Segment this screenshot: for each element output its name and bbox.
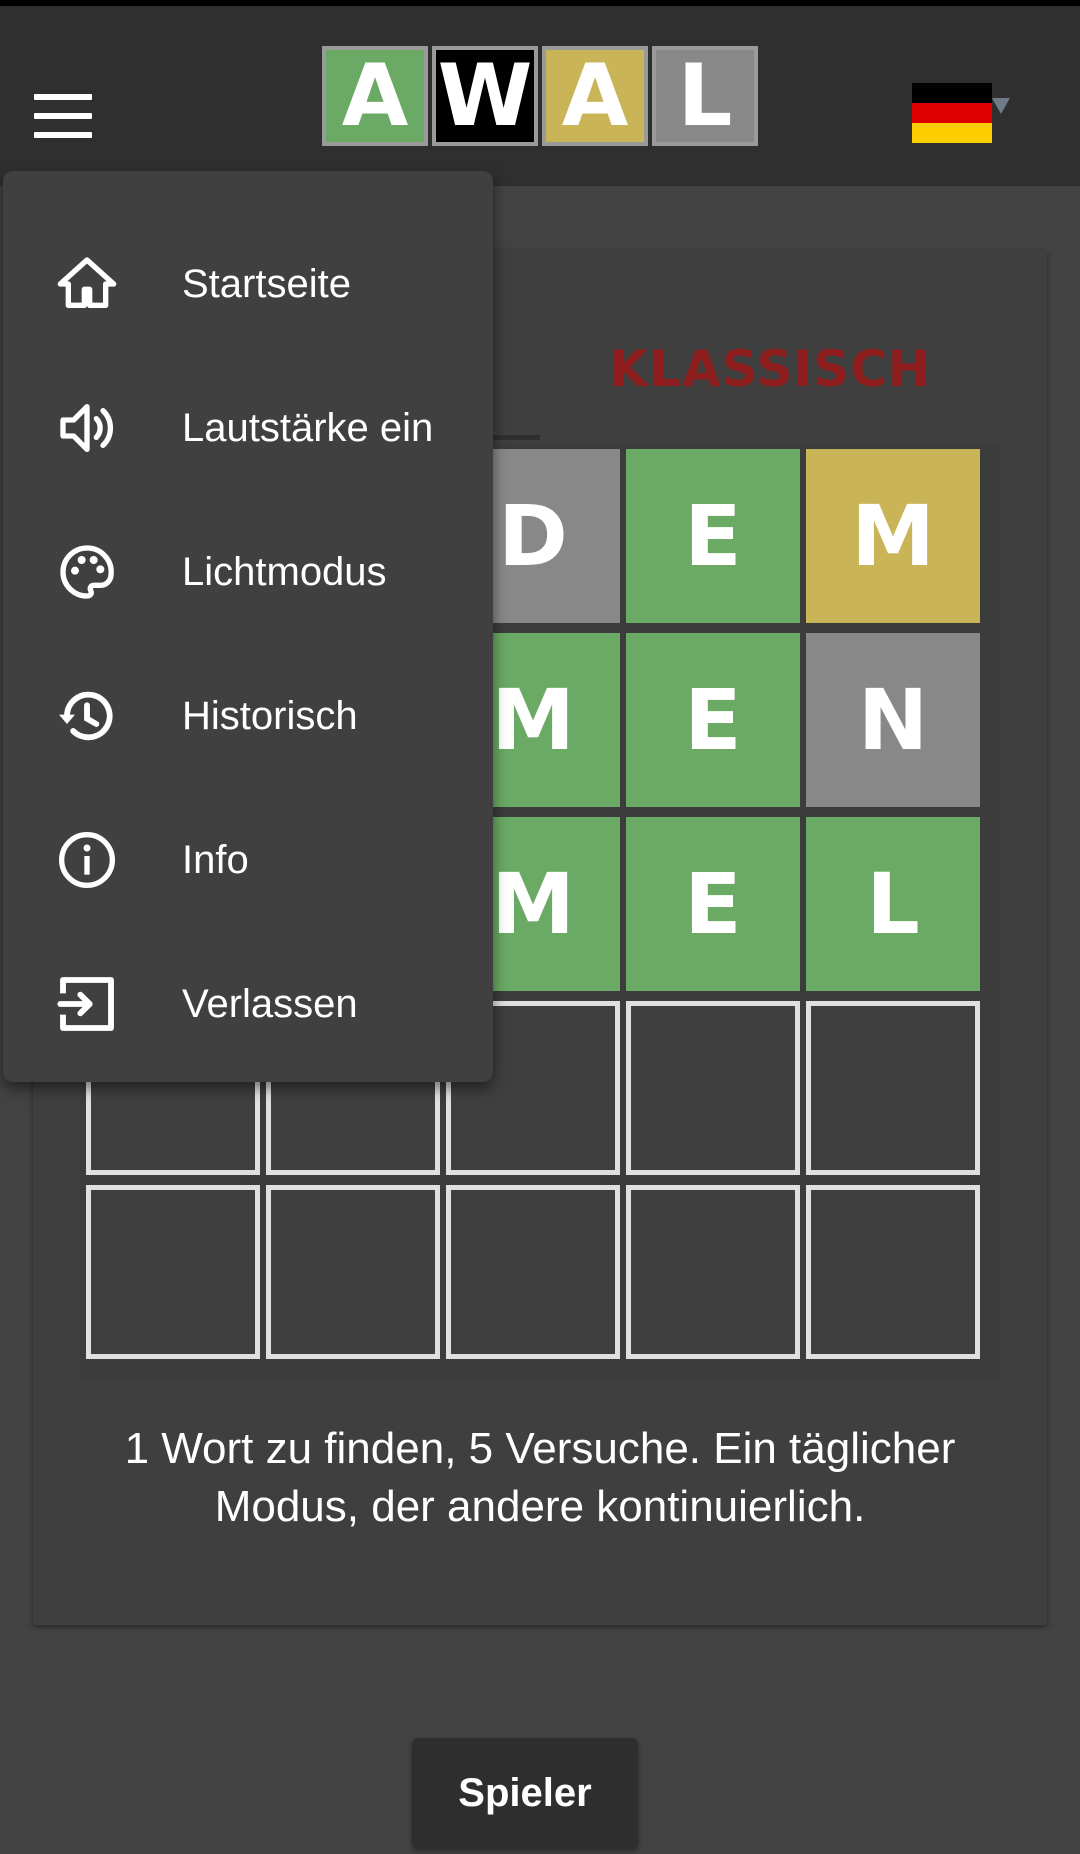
- board-cell: [626, 1185, 800, 1359]
- board-cell: [86, 1185, 260, 1359]
- info-icon: [55, 828, 119, 892]
- hamburger-menu-icon[interactable]: [34, 94, 92, 138]
- tab-classic[interactable]: KLASSISCH: [540, 340, 1000, 398]
- app-bar: AWAL: [0, 6, 1080, 186]
- logo-letter-tile: A: [322, 46, 428, 146]
- menu-item-light-mode[interactable]: Lichtmodus: [3, 512, 493, 632]
- menu-item-info[interactable]: Info: [3, 800, 493, 920]
- board-cell: L: [806, 817, 980, 991]
- menu-item-label: Startseite: [182, 261, 351, 306]
- game-description: 1 Wort zu finden, 5 Versuche. Ein täglic…: [124, 1424, 956, 1531]
- logo-letter-tile: W: [432, 46, 538, 146]
- menu-item-label: Verlassen: [182, 981, 358, 1026]
- menu-item-label: Lichtmodus: [182, 549, 387, 594]
- board-cell: M: [806, 449, 980, 623]
- board-cell: N: [806, 633, 980, 807]
- board-cell: E: [626, 633, 800, 807]
- app-logo[interactable]: AWAL: [322, 46, 758, 146]
- volume-icon: [55, 396, 119, 460]
- palette-icon: [55, 540, 119, 604]
- board-cell: E: [626, 449, 800, 623]
- board-cell: [266, 1185, 440, 1359]
- menu-item-volume[interactable]: Lautstärke ein: [3, 368, 493, 488]
- history-icon: [55, 684, 119, 748]
- board-cell: [806, 1001, 980, 1175]
- board-cell: [446, 1185, 620, 1359]
- board-cell: [806, 1185, 980, 1359]
- play-button[interactable]: Spieler: [412, 1738, 638, 1848]
- logo-letter-tile: A: [542, 46, 648, 146]
- board-cell: E: [626, 817, 800, 991]
- board-cell: [626, 1001, 800, 1175]
- menu-item-label: Lautstärke ein: [182, 405, 434, 450]
- language-dropdown-caret-icon[interactable]: [992, 98, 1010, 114]
- home-icon: [55, 252, 119, 316]
- menu-item-exit[interactable]: Verlassen: [3, 944, 493, 1064]
- side-menu: Startseite Lautstärke ein Lichtmodus His…: [3, 171, 493, 1082]
- menu-item-label: Info: [182, 837, 249, 882]
- menu-item-history[interactable]: Historisch: [3, 656, 493, 776]
- menu-item-home[interactable]: Startseite: [3, 224, 493, 344]
- logo-letter-tile: L: [652, 46, 758, 146]
- germany-flag-icon[interactable]: [912, 83, 992, 143]
- exit-icon: [55, 972, 119, 1036]
- menu-item-label: Historisch: [182, 693, 358, 738]
